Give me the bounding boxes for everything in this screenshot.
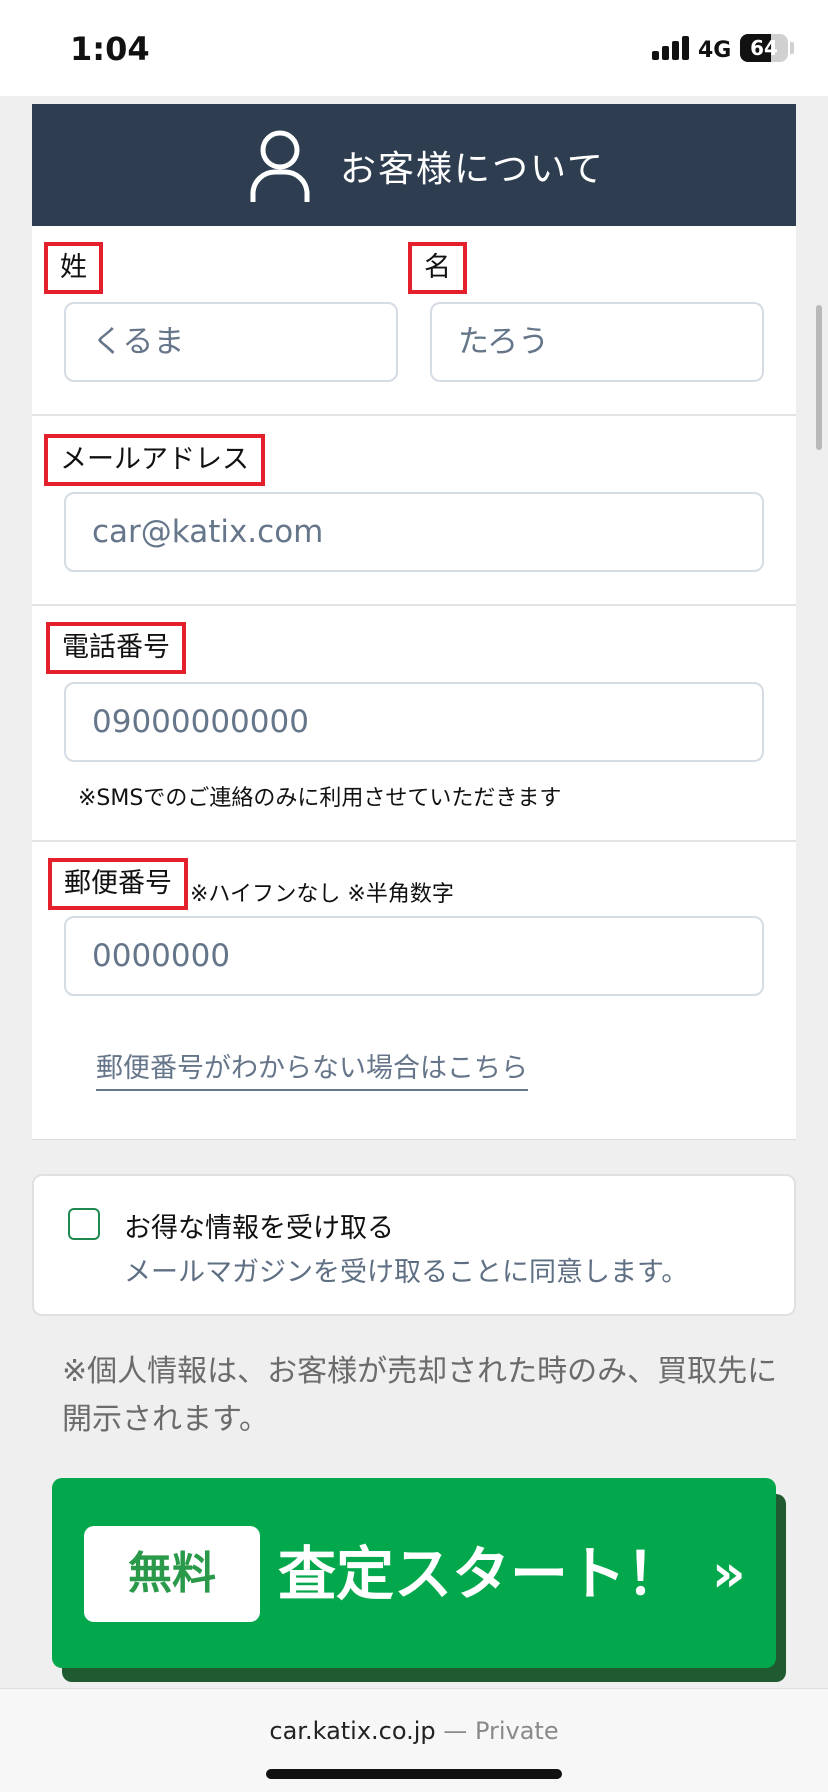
status-bar: 1:04 4G 64	[0, 0, 828, 96]
battery-tip	[790, 42, 794, 54]
first-name-label: 名	[408, 242, 467, 294]
divider	[32, 840, 796, 842]
postal-code-note: ※ハイフンなし ※半角数字	[190, 882, 454, 907]
postal-code-help-link[interactable]: 郵便番号がわからない場合はこちら	[96, 1046, 528, 1091]
free-badge: 無料	[84, 1526, 260, 1622]
signal-icon	[652, 36, 690, 60]
last-name-label: 姓	[44, 242, 103, 294]
battery-level: 64	[750, 36, 778, 60]
private-mode-label: Private	[474, 1717, 559, 1745]
start-assessment-button[interactable]: 無料 査定スタート！ »	[52, 1478, 776, 1668]
divider	[32, 414, 796, 416]
url-text: car.katix.co.jp — Private	[0, 1717, 828, 1745]
customer-info-form: お客様について 姓 名 メールアドレス 電話番号 ※SMSでのご連絡のみに利用さ…	[32, 104, 796, 1140]
url-separator: —	[435, 1717, 475, 1745]
section-title: お客様について	[340, 149, 605, 190]
email-input[interactable]	[64, 492, 764, 572]
postal-code-label: 郵便番号	[48, 858, 188, 910]
first-name-input[interactable]	[430, 302, 764, 382]
last-name-input[interactable]	[64, 302, 398, 382]
consent-subtitle: メールマガジンを受け取ることに同意します。	[124, 1257, 689, 1288]
home-indicator[interactable]	[266, 1769, 562, 1779]
section-header: お客様について	[32, 104, 796, 226]
scrollbar[interactable]	[816, 305, 822, 450]
status-time: 1:04	[70, 30, 150, 68]
network-label: 4G	[698, 38, 732, 63]
browser-url-bar[interactable]: car.katix.co.jp — Private	[0, 1688, 828, 1792]
battery-icon: 64	[740, 34, 788, 62]
user-icon	[250, 130, 310, 202]
cta-label: 査定スタート！	[278, 1540, 685, 1608]
newsletter-consent: お得な情報を受け取る メールマガジンを受け取ることに同意します。	[32, 1174, 796, 1316]
phone-input[interactable]	[64, 682, 764, 762]
consent-title: お得な情報を受け取る	[124, 1213, 394, 1244]
phone-label: 電話番号	[46, 622, 186, 674]
divider	[32, 604, 796, 606]
url-domain: car.katix.co.jp	[269, 1717, 436, 1745]
phone-note: ※SMSでのご連絡のみに利用させていただきます	[78, 786, 562, 811]
newsletter-checkbox[interactable]	[68, 1208, 100, 1240]
privacy-note: ※個人情報は、お客様が売却された時のみ、買取先に開示されます。	[62, 1354, 778, 1437]
postal-code-input[interactable]	[64, 916, 764, 996]
email-label: メールアドレス	[44, 434, 265, 486]
double-chevron-right-icon: »	[712, 1544, 746, 1604]
